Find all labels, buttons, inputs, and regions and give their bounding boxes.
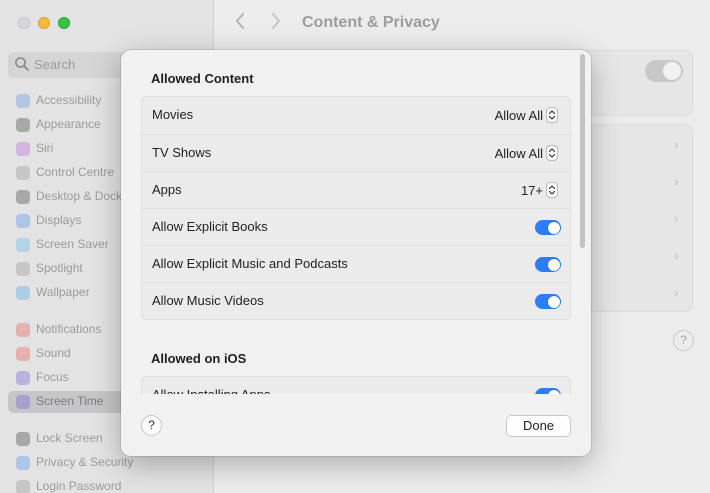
row-allow-explicit-music-and-podcasts: Allow Explicit Music and Podcasts bbox=[142, 245, 570, 282]
zoom-window-button[interactable] bbox=[58, 17, 70, 29]
sidebar-item-label: Focus bbox=[36, 370, 69, 384]
content-privacy-toggle[interactable] bbox=[645, 60, 683, 82]
chevron-right-icon: › bbox=[674, 247, 679, 263]
allowed-content-title: Allowed Content bbox=[151, 71, 254, 86]
sidebar-item-label: Lock Screen bbox=[36, 431, 103, 445]
movies-popup-button[interactable]: Allow All bbox=[495, 107, 558, 123]
back-button[interactable] bbox=[234, 12, 246, 36]
login-password-icon bbox=[16, 480, 30, 493]
privacy-security-icon bbox=[16, 456, 30, 470]
sidebar-item-login-password[interactable]: Login Password bbox=[8, 476, 206, 493]
sidebar-item-label: Siri bbox=[36, 141, 54, 155]
chevron-right-icon: › bbox=[674, 210, 679, 226]
row-allow-music-videos: Allow Music Videos bbox=[142, 282, 570, 319]
desktop-dock-icon bbox=[16, 190, 30, 204]
sidebar-item-label: Desktop & Dock bbox=[36, 189, 123, 203]
row-label: Allow Explicit Books bbox=[152, 219, 268, 234]
wallpaper-icon bbox=[16, 286, 30, 300]
sound-icon bbox=[16, 347, 30, 361]
row-label: Allow Music Videos bbox=[152, 293, 264, 308]
screen-time-icon bbox=[16, 395, 30, 409]
content-restrictions-sheet: Allowed Content Movies Allow All TV Shows A… bbox=[121, 50, 591, 456]
sheet-scrollbar[interactable] bbox=[580, 54, 585, 248]
popup-value: Allow All bbox=[494, 107, 543, 123]
help-button[interactable]: ? bbox=[141, 415, 162, 436]
sidebar-item-label: Screen Time bbox=[36, 394, 104, 408]
appearance-icon bbox=[16, 118, 30, 132]
up-down-chevron-icon bbox=[546, 182, 558, 198]
sidebar-item-label: Login Password bbox=[36, 479, 122, 493]
sidebar-item-label: Screen Saver bbox=[36, 237, 109, 251]
sidebar-item-label: Spotlight bbox=[36, 261, 83, 275]
allowed-on-ios-group: Allow Installing Apps bbox=[141, 376, 571, 394]
sidebar-item-label: Displays bbox=[36, 213, 82, 227]
screen-saver-icon bbox=[16, 238, 30, 252]
popup-value: Allow All bbox=[494, 145, 543, 161]
row-movies: Movies Allow All bbox=[142, 97, 570, 134]
row-label: Allow Installing Apps bbox=[152, 387, 271, 394]
row-tv-shows: TV Shows Allow All bbox=[142, 134, 570, 171]
allow-explicit-books-toggle[interactable] bbox=[535, 220, 561, 235]
sidebar-item-label: Wallpaper bbox=[36, 285, 90, 299]
search-icon bbox=[15, 57, 29, 71]
allow-explicit-music-and-podcasts-toggle[interactable] bbox=[535, 257, 561, 272]
focus-icon bbox=[16, 371, 30, 385]
sidebar-item-label: Notifications bbox=[36, 322, 102, 336]
apps-popup-button[interactable]: 17+ bbox=[521, 182, 558, 198]
control-centre-icon bbox=[16, 166, 30, 180]
chevron-right-icon: › bbox=[674, 284, 679, 300]
row-apps: Apps 17+ bbox=[142, 171, 570, 208]
accessibility-icon bbox=[16, 94, 30, 108]
chevron-right-icon bbox=[272, 13, 280, 29]
spotlight-icon bbox=[16, 262, 30, 276]
row-label: TV Shows bbox=[152, 145, 212, 160]
allowed-on-ios-title: Allowed on iOS bbox=[151, 351, 247, 366]
sidebar-item-label: Control Centre bbox=[36, 165, 115, 179]
window-title: Content & Privacy bbox=[302, 14, 440, 31]
tv-shows-popup-button[interactable]: Allow All bbox=[495, 145, 558, 161]
chevron-right-icon: › bbox=[674, 136, 679, 152]
sheet-footer: ? Done bbox=[121, 394, 591, 456]
minimize-window-button[interactable] bbox=[38, 17, 50, 29]
lock-screen-icon bbox=[16, 432, 30, 446]
done-button[interactable]: Done bbox=[506, 415, 571, 437]
row-label: Apps bbox=[152, 182, 182, 197]
row-allow-installing-apps: Allow Installing Apps bbox=[142, 377, 570, 394]
sidebar-item-label: Sound bbox=[36, 346, 71, 360]
sidebar-item-label: Accessibility bbox=[36, 93, 102, 107]
close-window-button[interactable] bbox=[18, 17, 30, 29]
displays-icon bbox=[16, 214, 30, 228]
allowed-content-group: Movies Allow All TV Shows Allow All Apps 17+ A… bbox=[141, 96, 571, 320]
row-label: Movies bbox=[152, 107, 194, 122]
background-help-button[interactable]: ? bbox=[673, 330, 694, 351]
forward-button[interactable] bbox=[270, 12, 282, 36]
sheet-scroll-area[interactable]: Allowed Content Movies Allow All TV Shows A… bbox=[121, 50, 591, 394]
up-down-chevron-icon bbox=[546, 107, 558, 123]
search-placeholder: Search bbox=[34, 57, 76, 72]
sidebar-item-label: Appearance bbox=[36, 117, 101, 131]
popup-value: 17+ bbox=[520, 182, 543, 198]
sidebar-item-label: Privacy & Security bbox=[36, 455, 134, 469]
row-label: Allow Explicit Music and Podcasts bbox=[152, 256, 348, 271]
notifications-icon bbox=[16, 323, 30, 337]
allow-music-videos-toggle[interactable] bbox=[535, 294, 561, 309]
siri-icon bbox=[16, 142, 30, 156]
up-down-chevron-icon bbox=[546, 145, 558, 161]
chevron-right-icon: › bbox=[674, 173, 679, 189]
row-allow-explicit-books: Allow Explicit Books bbox=[142, 208, 570, 245]
chevron-left-icon bbox=[236, 13, 244, 29]
